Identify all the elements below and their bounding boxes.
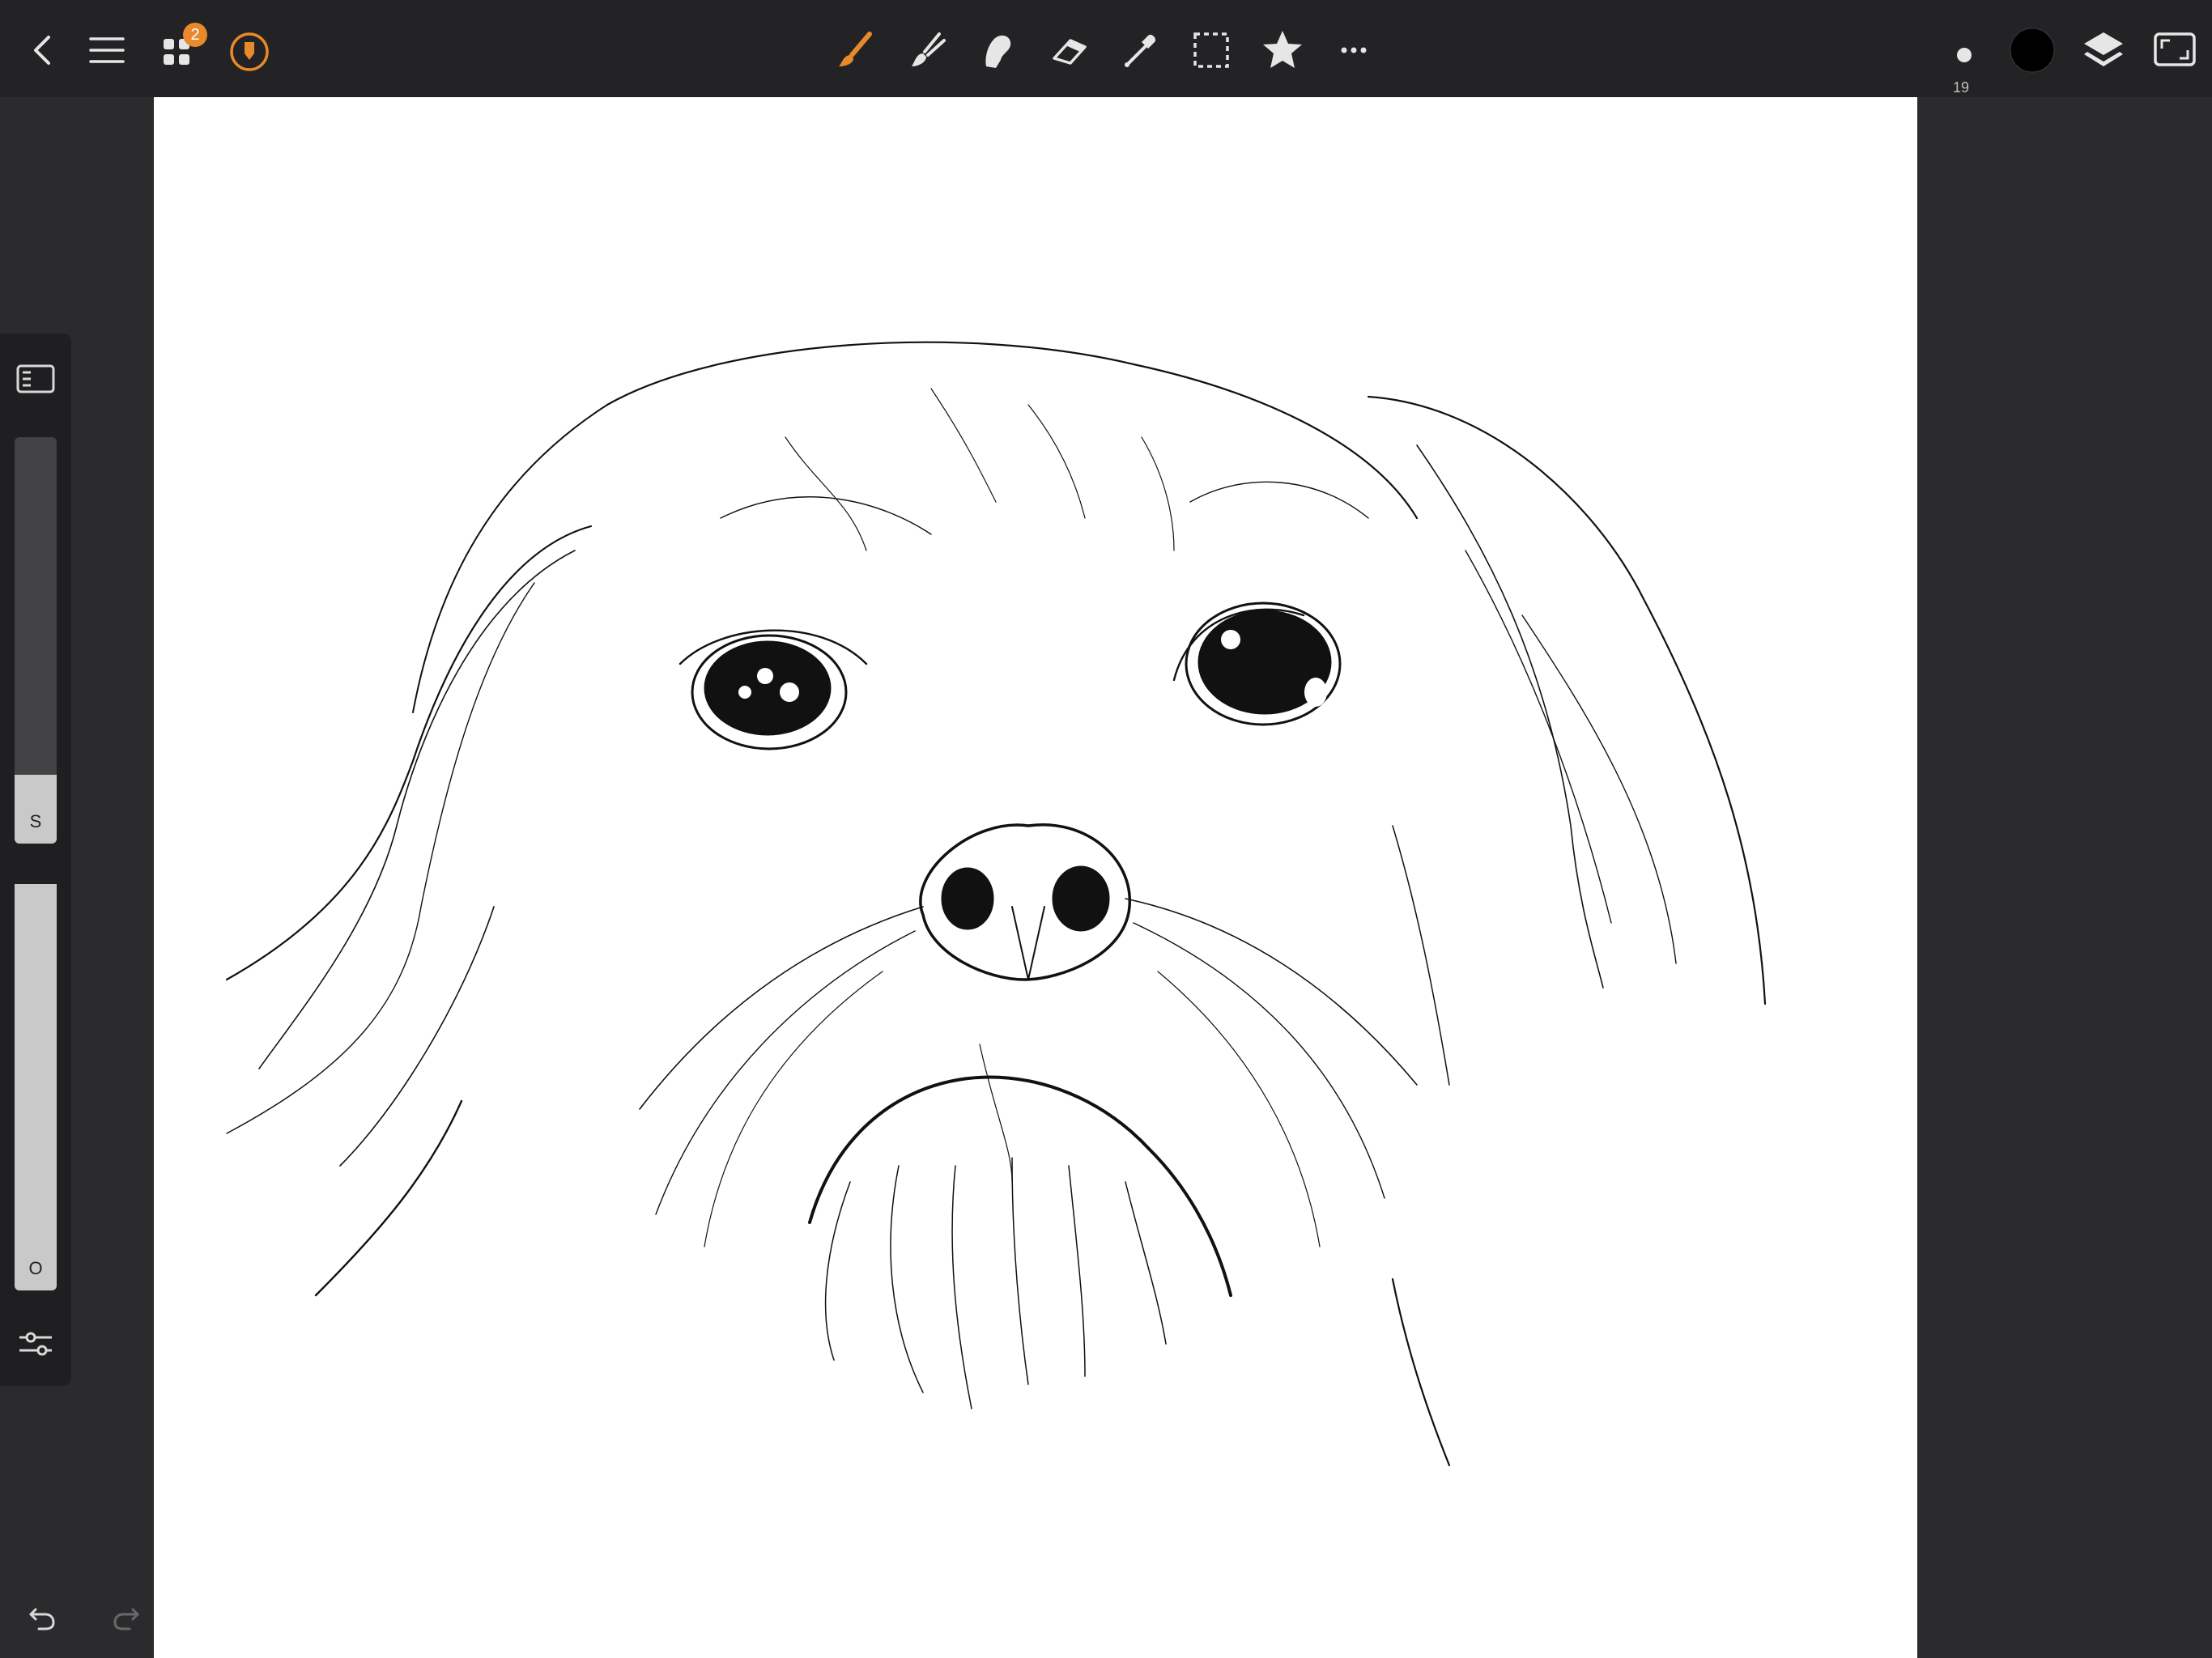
brush-size-slider[interactable]: S bbox=[15, 437, 57, 844]
hamburger-icon bbox=[89, 37, 125, 63]
eyedropper-tool-button[interactable] bbox=[1114, 24, 1166, 76]
eraser-tool-button[interactable] bbox=[1043, 24, 1095, 76]
eyedropper-icon bbox=[1125, 34, 1156, 67]
fullscreen-button[interactable] bbox=[2149, 24, 2201, 76]
gallery-badge: 2 bbox=[183, 23, 207, 47]
selection-tool-button[interactable] bbox=[1185, 24, 1237, 76]
smudge-icon bbox=[912, 32, 946, 66]
color-swatch-icon bbox=[2010, 28, 2055, 73]
undo-icon bbox=[29, 1608, 55, 1630]
more-dots-icon bbox=[1341, 47, 1367, 53]
brush-icon bbox=[839, 32, 872, 66]
more-button[interactable] bbox=[1328, 24, 1380, 76]
panel-toggle-icon[interactable] bbox=[16, 363, 55, 395]
layers-icon bbox=[2084, 32, 2123, 66]
brush-opacity-slider[interactable]: O bbox=[15, 884, 57, 1290]
favorites-button[interactable] bbox=[1257, 24, 1308, 76]
selection-marquee-icon bbox=[1193, 32, 1229, 68]
redo-icon bbox=[113, 1608, 139, 1630]
chevron-left-icon bbox=[34, 36, 50, 65]
star-icon bbox=[1263, 31, 1302, 68]
menu-button[interactable] bbox=[81, 24, 133, 76]
brush-size-slider-fill bbox=[15, 774, 57, 844]
brush-side-panel: S O bbox=[0, 334, 71, 1386]
gallery-button[interactable]: 2 bbox=[152, 23, 207, 76]
undo-button[interactable] bbox=[18, 1593, 66, 1642]
top-toolbar: 2 19 bbox=[0, 0, 2212, 97]
adjust-sliders-icon[interactable] bbox=[16, 1324, 55, 1363]
brush-size-value: 19 bbox=[1952, 79, 1970, 96]
pencil-circle-icon bbox=[230, 32, 269, 71]
back-button[interactable] bbox=[18, 24, 70, 76]
pencil-mode-button[interactable] bbox=[223, 24, 275, 76]
eraser-icon bbox=[1053, 39, 1087, 65]
drawing-canvas[interactable] bbox=[154, 97, 1917, 1658]
brush-opacity-slider-fill bbox=[15, 884, 57, 1290]
brush-tool-button[interactable] bbox=[829, 24, 881, 76]
brush-opacity-slider-label: O bbox=[28, 1258, 43, 1278]
color-button[interactable] bbox=[2006, 24, 2058, 76]
redo-button[interactable] bbox=[102, 1593, 151, 1642]
brush-size-dot-icon bbox=[1957, 48, 1972, 62]
dog-sketch-artwork bbox=[225, 341, 1767, 1467]
brush-size-slider-label: S bbox=[29, 811, 42, 831]
brush-size-button[interactable] bbox=[1935, 24, 1987, 76]
finger-smudge-icon bbox=[985, 35, 1011, 68]
fullscreen-icon bbox=[2154, 32, 2196, 66]
layers-button[interactable] bbox=[2078, 24, 2129, 76]
liquify-tool-button[interactable] bbox=[972, 24, 1023, 76]
smudge-tool-button[interactable] bbox=[900, 24, 952, 76]
